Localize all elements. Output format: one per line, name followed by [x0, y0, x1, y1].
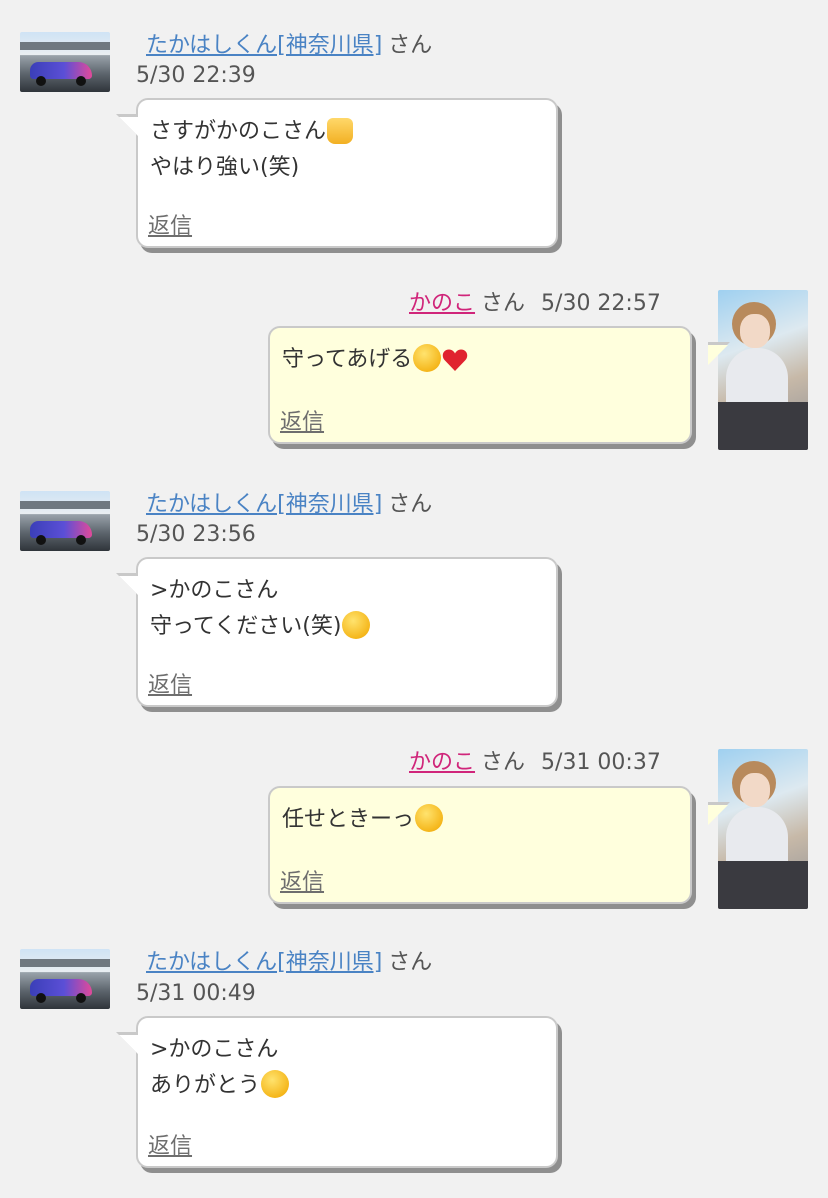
timestamp: 5/30 22:39	[136, 63, 256, 88]
message-bubble: さすがかのこさん やはり強い(笑) 返信	[116, 98, 558, 248]
reply-link[interactable]: 返信	[148, 667, 192, 699]
message-line: >かのこさん	[150, 1037, 279, 1062]
grinning-squinting-face-icon	[342, 611, 371, 639]
thumbs-up-icon	[327, 118, 354, 144]
face-shape	[740, 773, 770, 807]
reply-link[interactable]: 返信	[280, 864, 324, 896]
author-name-link[interactable]: たかはしくん[神奈川県]	[146, 492, 382, 517]
message-bubble: >かのこさん 守ってください(笑) 返信	[116, 557, 558, 707]
message-line: 任せときーっ	[282, 802, 678, 838]
wheel-shape	[36, 535, 46, 545]
author-row: たかはしくん[神奈川県] さん	[146, 491, 432, 519]
author-name-link[interactable]: たかはしくん[神奈川県]	[146, 950, 382, 975]
face-shape	[740, 314, 770, 348]
author-name-link[interactable]: たかはしくん[神奈川県]	[146, 33, 382, 58]
author-row: たかはしくん[神奈川県] さん	[146, 949, 432, 977]
timestamp: 5/31 00:49	[136, 981, 256, 1006]
avatar-girl-photo-icon[interactable]	[718, 749, 808, 909]
timestamp: 5/30 23:56	[136, 522, 256, 547]
rolling-laughing-face-icon	[415, 804, 444, 832]
reply-link[interactable]: 返信	[148, 1128, 192, 1160]
message-line: ありがとう	[150, 1068, 544, 1104]
red-heart-icon	[442, 348, 468, 372]
timestamp: 5/31 00:37	[541, 750, 661, 775]
message-line: 守ってあげる	[282, 342, 678, 378]
shirt-shape	[726, 807, 788, 869]
grandstand-shape	[20, 42, 110, 50]
wheel-shape	[76, 535, 86, 545]
author-row: たかはしくん[神奈川県] さん	[146, 32, 432, 60]
grandstand-shape	[20, 959, 110, 967]
message-bubble: 守ってあげる 返信	[268, 326, 730, 444]
reply-link[interactable]: 返信	[148, 208, 192, 240]
timestamp: 5/30 22:57	[541, 291, 661, 316]
message-line: さすがかのこさん	[150, 114, 544, 150]
author-row: かのこ さん 5/31 00:37	[409, 749, 661, 777]
honorific: さん	[481, 750, 526, 775]
wheel-shape	[76, 993, 86, 1003]
avatar-race-car-icon[interactable]	[20, 949, 110, 1009]
shirt-shape	[726, 348, 788, 410]
honorific: さん	[388, 492, 433, 517]
author-name-link[interactable]: かのこ	[409, 750, 475, 775]
wheel-shape	[36, 76, 46, 86]
message-line: 守ってください(笑)	[150, 609, 544, 645]
legs-shape	[718, 402, 808, 450]
message-bubble: >かのこさん ありがとう 返信	[116, 1016, 558, 1168]
honorific: さん	[388, 33, 433, 58]
reply-link[interactable]: 返信	[280, 404, 324, 436]
message-bubble: 任せときーっ 返信	[268, 786, 730, 904]
avatar-girl-photo-icon[interactable]	[718, 290, 808, 450]
wheel-shape	[76, 76, 86, 86]
tears-of-joy-icon	[413, 344, 442, 372]
honorific: さん	[388, 950, 433, 975]
wheel-shape	[36, 993, 46, 1003]
avatar-race-car-icon[interactable]	[20, 32, 110, 92]
message-line: >かのこさん	[150, 578, 279, 603]
legs-shape	[718, 861, 808, 909]
grandstand-shape	[20, 501, 110, 509]
message-line: やはり強い(笑)	[150, 155, 300, 180]
author-row: かのこ さん 5/30 22:57	[409, 290, 661, 318]
honorific: さん	[481, 291, 526, 316]
avatar-race-car-icon[interactable]	[20, 491, 110, 551]
author-name-link[interactable]: かのこ	[409, 291, 475, 316]
heart-eyes-face-icon	[261, 1070, 290, 1098]
